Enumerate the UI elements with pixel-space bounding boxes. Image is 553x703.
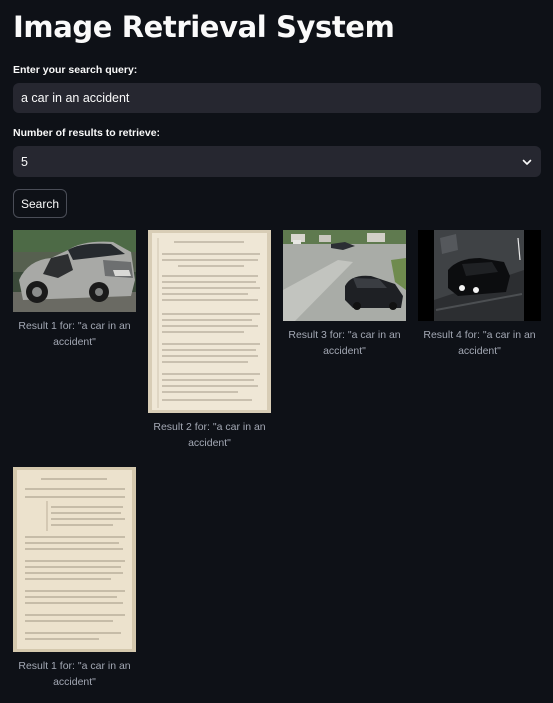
search-query-value: a car in an accident [21, 91, 130, 105]
page-title: Image Retrieval System [13, 10, 395, 44]
result-image [13, 230, 136, 312]
chevron-down-icon [522, 159, 532, 165]
num-results-value: 5 [21, 154, 28, 169]
search-query-label: Enter your search query: [13, 64, 138, 76]
result-card: Result 2 for: "a car in an accident" [148, 230, 271, 451]
result-image [418, 230, 541, 321]
result-card: Result 1 for: "a car in an accident" [13, 467, 136, 690]
num-results-select[interactable]: 5 [13, 146, 541, 177]
search-button[interactable]: Search [13, 189, 67, 218]
search-query-input[interactable]: a car in an accident [13, 83, 541, 113]
result-caption: Result 1 for: "a car in an accident" [18, 660, 131, 688]
result-caption: Result 2 for: "a car in an accident" [153, 421, 266, 449]
result-caption: Result 3 for: "a car in an accident" [288, 329, 401, 357]
result-card: Result 1 for: "a car in an accident" [13, 230, 136, 350]
result-caption: Result 1 for: "a car in an accident" [18, 320, 131, 348]
result-caption: Result 4 for: "a car in an accident" [423, 329, 536, 357]
result-image [283, 230, 406, 321]
result-image [148, 230, 271, 413]
result-card: Result 3 for: "a car in an accident" [283, 230, 406, 359]
result-card: Result 4 for: "a car in an accident" [418, 230, 541, 359]
result-image [13, 467, 136, 652]
num-results-label: Number of results to retrieve: [13, 127, 161, 139]
